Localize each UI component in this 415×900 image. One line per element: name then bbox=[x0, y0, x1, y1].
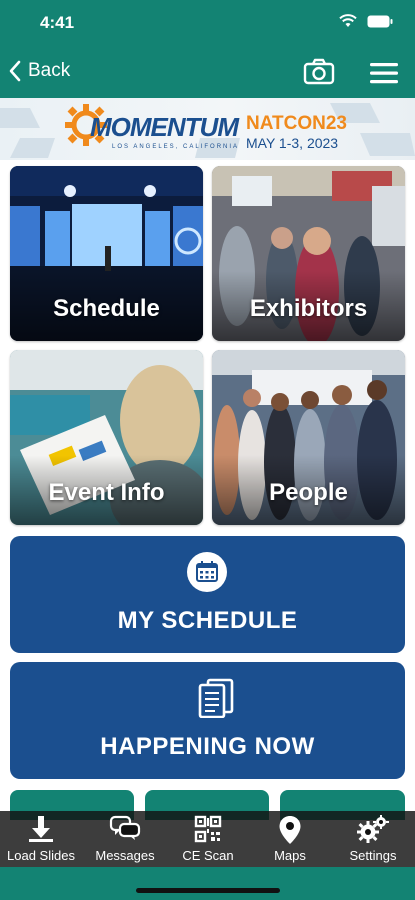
momentum-logo-text: MOMENTUM bbox=[90, 112, 239, 142]
tab-load-slides[interactable]: Load Slides bbox=[7, 811, 75, 867]
tab-label: Messages bbox=[95, 848, 155, 863]
map-pin-icon bbox=[279, 816, 301, 844]
people-tile[interactable]: People bbox=[212, 350, 405, 525]
status-time: 4:41 bbox=[40, 13, 75, 32]
home-indicator[interactable] bbox=[136, 888, 280, 893]
event-dates: MAY 1-3, 2023 bbox=[246, 135, 339, 151]
back-label: Back bbox=[28, 60, 71, 81]
tab-label: Settings bbox=[349, 848, 397, 863]
schedule-tile[interactable]: Schedule bbox=[10, 166, 203, 341]
tile-label: Exhibitors bbox=[249, 295, 368, 322]
qr-code-icon bbox=[194, 815, 222, 843]
tile-label: Event Info bbox=[48, 479, 165, 506]
gears-icon bbox=[357, 815, 389, 843]
tab-label: Maps bbox=[274, 848, 306, 863]
back-button[interactable]: Back bbox=[8, 60, 70, 82]
my-schedule-label: MY SCHEDULE bbox=[117, 607, 298, 634]
download-icon bbox=[29, 816, 53, 842]
my-schedule-button[interactable]: MY SCHEDULE bbox=[10, 536, 405, 653]
nav-bar: Back bbox=[0, 44, 415, 102]
tab-label: CE Scan bbox=[182, 848, 234, 863]
tab-label: Load Slides bbox=[7, 848, 75, 863]
tile-label: Schedule bbox=[53, 295, 160, 322]
chevron-left-icon bbox=[9, 60, 21, 82]
tab-ce-scan[interactable]: CE Scan bbox=[175, 811, 241, 867]
battery-icon bbox=[367, 15, 393, 27]
logo-location: LOS ANGELES, CALIFORNIA bbox=[112, 144, 240, 150]
tab-messages[interactable]: Messages bbox=[92, 811, 158, 867]
event-info-tile[interactable]: Event Info bbox=[10, 350, 203, 525]
chat-bubbles-icon bbox=[109, 815, 141, 840]
wifi-icon bbox=[339, 14, 357, 27]
event-name: NATCON23 bbox=[246, 113, 347, 134]
tab-settings[interactable]: Settings bbox=[340, 811, 406, 867]
happening-now-button[interactable]: HAPPENING NOW bbox=[10, 662, 405, 779]
calendar-icon bbox=[187, 552, 227, 592]
hamburger-menu-icon[interactable] bbox=[370, 62, 398, 84]
documents-icon bbox=[198, 678, 234, 718]
status-bar: 4:41 bbox=[0, 0, 415, 44]
tab-maps[interactable]: Maps bbox=[257, 811, 323, 867]
happening-now-label: HAPPENING NOW bbox=[100, 733, 315, 760]
camera-icon[interactable] bbox=[303, 58, 335, 86]
status-icons bbox=[339, 14, 393, 28]
tile-label: People bbox=[269, 479, 348, 506]
home-indicator-area bbox=[0, 867, 415, 900]
bottom-tab-bar: Load Slides Messages CE Scan Maps Settin… bbox=[0, 811, 415, 867]
exhibitors-tile[interactable]: Exhibitors bbox=[212, 166, 405, 341]
